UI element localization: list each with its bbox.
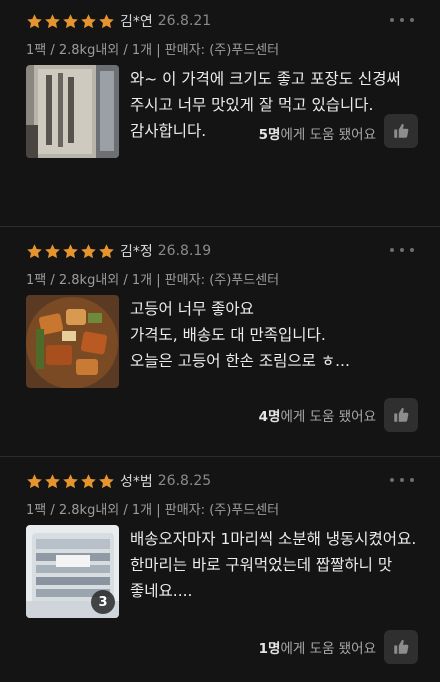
seller-text: 판매자: (주)푸드센터 — [164, 43, 280, 58]
reviewer-name: 김*연 — [120, 14, 153, 30]
helpful-button[interactable] — [384, 630, 418, 664]
star-icon — [98, 13, 115, 30]
star-rating — [26, 473, 115, 490]
helpful-label: 에게 도움 됐어요 — [280, 127, 376, 143]
option-text: 1팩 / 2.8kg내외 / 1개 — [26, 273, 153, 288]
helpful-label: 에게 도움 됐어요 — [280, 641, 376, 657]
thumbs-up-icon — [394, 407, 409, 422]
purchase-option: 1팩 / 2.8kg내외 / 1개 | 판매자: (주)푸드센터 — [26, 273, 280, 288]
star-icon — [98, 243, 115, 260]
helpful-button[interactable] — [384, 114, 418, 148]
star-icon — [26, 243, 43, 260]
star-icon — [80, 13, 97, 30]
helpful-number: 4명 — [258, 409, 281, 425]
review-item: 김*정 26.8.19 1팩 / 2.8kg내외 / 1개 | 판매자: (주)… — [0, 238, 440, 454]
star-icon — [44, 473, 61, 490]
star-icon — [62, 473, 79, 490]
star-icon — [26, 13, 43, 30]
frozen-fish-package-photo — [26, 65, 119, 158]
review-item: 김*연 26.8.21 1팩 / 2.8kg내외 / 1개 | 판매자: (주)… — [0, 8, 440, 224]
star-icon — [44, 243, 61, 260]
seller-text: 판매자: (주)푸드센터 — [164, 273, 280, 288]
more-options-icon[interactable] — [390, 242, 414, 258]
star-icon — [26, 473, 43, 490]
review-photo[interactable] — [26, 295, 119, 388]
reviewer-name: 김*정 — [120, 244, 153, 260]
more-options-icon[interactable] — [390, 472, 414, 488]
braised-mackerel-photo — [26, 295, 119, 388]
purchase-option: 1팩 / 2.8kg내외 / 1개 | 판매자: (주)푸드센터 — [26, 503, 280, 518]
review-item: 성*범 26.8.25 1팩 / 2.8kg내외 / 1개 | 판매자: (주)… — [0, 468, 440, 682]
review-photo[interactable]: 3 — [26, 525, 119, 618]
helpful-count: 1명 에게 도움 됐어요 — [259, 634, 376, 660]
star-icon — [62, 13, 79, 30]
helpful-count: 4명 에게 도움 됐어요 — [259, 402, 376, 428]
helpful-count: 5명 에게 도움 됐어요 — [259, 120, 376, 146]
star-icon — [62, 243, 79, 260]
seller-text: 판매자: (주)푸드센터 — [164, 503, 280, 518]
thumbs-up-icon — [394, 639, 409, 654]
helpful-number: 5명 — [258, 127, 281, 143]
review-photo[interactable] — [26, 65, 119, 158]
review-header: 성*범 26.8.25 — [26, 468, 211, 494]
review-text: 고등어 너무 좋아요 가격도, 배송도 대 만족입니다. 오늘은 고등어 한손 … — [130, 300, 350, 370]
more-options-icon[interactable] — [390, 12, 414, 28]
review-header: 김*연 26.8.21 — [26, 8, 211, 34]
option-text: 1팩 / 2.8kg내외 / 1개 — [26, 43, 153, 58]
purchase-option: 1팩 / 2.8kg내외 / 1개 | 판매자: (주)푸드센터 — [26, 43, 280, 58]
review-date: 26.8.19 — [157, 243, 212, 259]
review-date: 26.8.25 — [157, 473, 212, 489]
helpful-label: 에게 도움 됐어요 — [280, 409, 376, 425]
review-divider — [0, 456, 440, 457]
photo-count-badge: 3 — [91, 590, 115, 614]
review-header: 김*정 26.8.19 — [26, 238, 211, 264]
star-rating — [26, 13, 115, 30]
thumbs-up-icon — [394, 123, 409, 138]
reviewer-name: 성*범 — [120, 474, 153, 490]
helpful-number: 1명 — [258, 641, 281, 657]
star-icon — [98, 473, 115, 490]
helpful-button[interactable] — [384, 398, 418, 432]
review-divider — [0, 226, 440, 227]
review-date: 26.8.21 — [157, 13, 212, 29]
star-icon — [44, 13, 61, 30]
review-text: 배송오자마자 1마리씩 소분해 냉동시켰어요. 한마리는 바로 구워먹었는데 짭… — [130, 530, 417, 600]
star-icon — [80, 243, 97, 260]
star-rating — [26, 243, 115, 260]
option-text: 1팩 / 2.8kg내외 / 1개 — [26, 503, 153, 518]
star-icon — [80, 473, 97, 490]
